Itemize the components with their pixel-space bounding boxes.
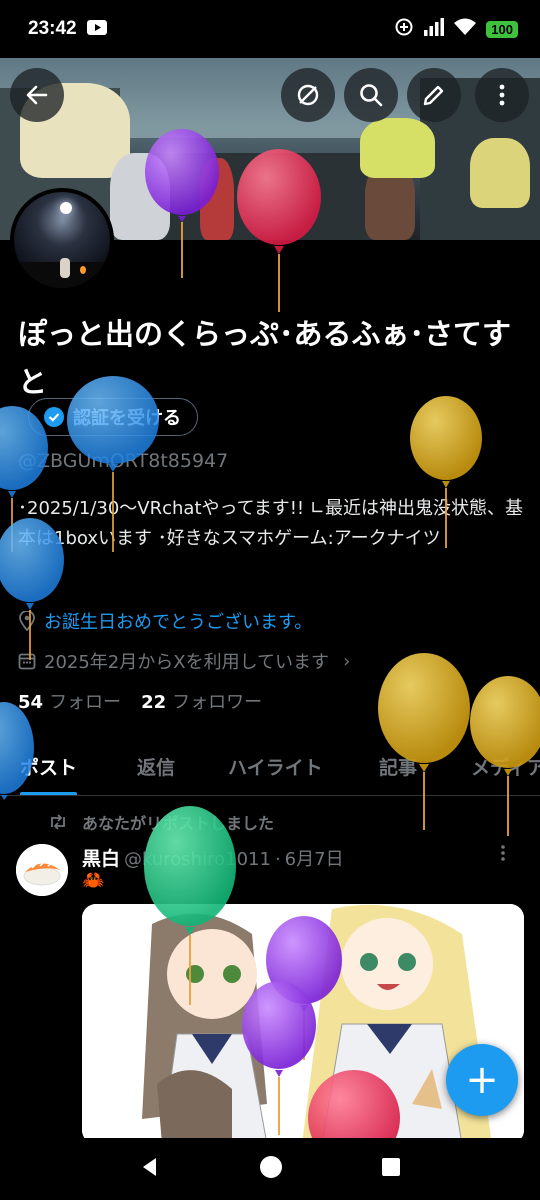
profile-avatar[interactable] xyxy=(10,188,114,292)
post-more-icon[interactable] xyxy=(500,844,506,867)
repost-indicator: あなたがリポストしました xyxy=(48,810,274,834)
back-button[interactable] xyxy=(10,68,64,122)
edit-button[interactable] xyxy=(407,68,461,122)
more-vertical-icon xyxy=(499,84,505,106)
system-nav-bar xyxy=(0,1138,540,1200)
youtube-icon xyxy=(86,19,107,40)
recents-nav-icon[interactable] xyxy=(381,1157,401,1181)
edit-icon xyxy=(423,85,444,106)
verified-badge-icon xyxy=(44,407,64,427)
battery-icon: 100 xyxy=(486,20,518,38)
data-saver-icon xyxy=(394,17,414,42)
calendar-icon xyxy=(18,653,36,670)
repost-toggle-button[interactable] xyxy=(281,68,335,122)
more-button[interactable] xyxy=(475,68,529,122)
birthday-text: お誕生日おめでとうございます。 xyxy=(44,612,313,633)
repost-off-icon xyxy=(297,84,319,106)
follow-stats: 54 フォロー 22 フォロワー xyxy=(18,688,262,714)
joined-text: 2025年2月からXを利用しています xyxy=(44,652,330,673)
profile-bio: ･2025/1/30～VRchatやってます!! ∟最近は神出鬼没状態、基本は1… xyxy=(18,498,523,549)
get-verified-label: 認証を受ける xyxy=(73,408,181,429)
post-date[interactable]: 6月7日 xyxy=(285,845,344,871)
post-author-handle[interactable]: @kuroshiro1011 xyxy=(124,849,271,870)
compose-post-button[interactable]: + xyxy=(446,1044,518,1116)
search-button[interactable] xyxy=(344,68,398,122)
profile-handle: @ZBGUmORT8t85947 xyxy=(18,450,229,472)
tab-posts[interactable]: ポスト xyxy=(20,738,78,795)
wifi-icon xyxy=(454,18,477,41)
tab-highlights[interactable]: ハイライト xyxy=(228,738,323,795)
back-nav-icon[interactable] xyxy=(139,1156,161,1182)
moon-icon xyxy=(60,202,72,214)
status-time: 23:42 xyxy=(28,18,77,39)
following-link[interactable]: 54 フォロー xyxy=(18,688,121,714)
tab-articles[interactable]: 記事 xyxy=(379,738,417,795)
sushi-avatar-icon xyxy=(16,844,68,896)
tab-media[interactable]: メディア xyxy=(471,738,540,795)
back-icon xyxy=(26,85,48,105)
location-pin-icon xyxy=(19,611,35,631)
post-header: 黒白 @kuroshiro1011 · 6月7日 xyxy=(82,844,344,871)
chevron-right-icon: › xyxy=(343,650,351,672)
get-verified-button[interactable]: 認証を受ける xyxy=(28,398,198,436)
profile-name: ぽっと出のくらっぷ･あるふぁ･さてすと xyxy=(18,317,512,399)
post-author-avatar[interactable] xyxy=(16,844,68,896)
signal-icon xyxy=(424,17,445,41)
search-icon xyxy=(360,84,383,107)
post-author-name[interactable]: 黒白 xyxy=(82,844,120,871)
repost-icon xyxy=(51,814,65,830)
profile-tabs: ポスト 返信 ハイライト 記事 メディア xyxy=(0,738,540,796)
anime-illustration xyxy=(82,904,524,1144)
plus-icon: + xyxy=(465,1057,499,1103)
home-nav-icon[interactable] xyxy=(259,1155,283,1183)
followers-link[interactable]: 22 フォロワー xyxy=(141,688,262,714)
tab-replies[interactable]: 返信 xyxy=(137,738,175,795)
status-bar: 23:42 100 xyxy=(0,0,540,58)
post-emoji: 🦀 xyxy=(82,870,105,891)
post-image[interactable] xyxy=(82,904,524,1144)
joined-row[interactable]: 2025年2月からXを利用しています › xyxy=(18,648,350,674)
birthday-row[interactable]: お誕生日おめでとうございます。 xyxy=(18,608,312,634)
